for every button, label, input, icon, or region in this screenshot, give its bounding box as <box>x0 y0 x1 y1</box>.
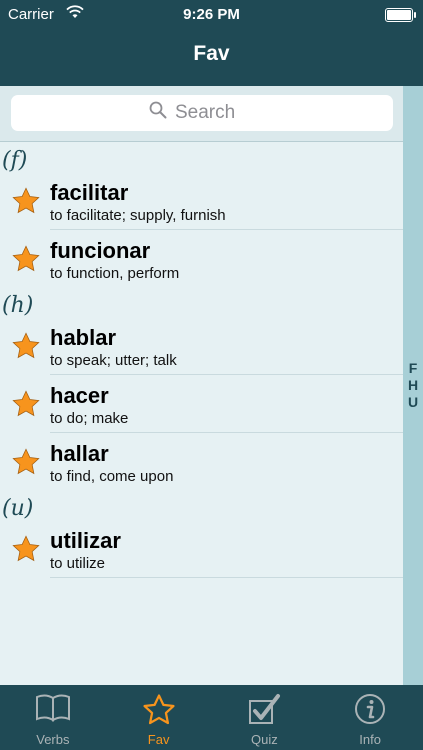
page-title: Fav <box>193 42 230 65</box>
list-item[interactable]: facilitar to facilitate; supply, furnish <box>0 172 403 230</box>
verb-word: hablar <box>50 325 117 350</box>
tab-label: Verbs <box>36 732 70 747</box>
checkbox-icon <box>249 694 281 724</box>
tab-label: Quiz <box>251 732 278 747</box>
verb-definition: to find, come upon <box>50 468 174 485</box>
verb-word: facilitar <box>50 180 129 205</box>
tab-label: Fav <box>147 732 170 747</box>
index-letter-f[interactable]: F <box>403 360 423 377</box>
section-index[interactable]: F H U <box>403 86 423 685</box>
verb-word: funcionar <box>50 238 151 263</box>
verb-definition: to function, perform <box>50 265 180 282</box>
tab-bar: Verbs Fav Quiz Info <box>0 685 423 750</box>
tab-label: Info <box>359 732 381 747</box>
verb-word: hallar <box>50 441 109 466</box>
search-icon <box>149 101 167 125</box>
tab-fav[interactable]: Fav <box>106 685 212 750</box>
list-item[interactable]: hablar to speak; utter; talk <box>0 317 403 375</box>
list-item[interactable]: hallar to find, come upon <box>0 433 403 491</box>
search-bar <box>0 86 403 142</box>
list-item[interactable]: hacer to do; make <box>0 375 403 433</box>
verb-word: utilizar <box>50 528 121 553</box>
list-item[interactable]: funcionar to function, perform <box>0 230 403 288</box>
navigation-bar: Carrier 9:26 PM Fav <box>0 0 423 86</box>
verb-word: hacer <box>50 383 109 408</box>
verb-definition: to do; make <box>50 410 129 427</box>
tab-quiz[interactable]: Quiz <box>212 685 318 750</box>
tab-verbs[interactable]: Verbs <box>0 685 106 750</box>
star-icon[interactable] <box>11 534 41 569</box>
tab-info[interactable]: Info <box>317 685 423 750</box>
status-bar: Carrier 9:26 PM <box>0 0 423 30</box>
star-icon[interactable] <box>11 389 41 424</box>
battery-icon <box>385 8 416 22</box>
book-icon <box>35 694 70 722</box>
index-letter-u[interactable]: U <box>403 394 423 411</box>
search-input[interactable] <box>175 102 255 124</box>
index-letter-h[interactable]: H <box>403 377 423 394</box>
star-icon[interactable] <box>11 331 41 366</box>
star-icon[interactable] <box>11 447 41 482</box>
verb-definition: to speak; utter; talk <box>50 352 177 369</box>
star-icon[interactable] <box>11 244 41 279</box>
star-icon <box>143 694 175 725</box>
search-field[interactable] <box>11 95 393 131</box>
info-icon <box>355 694 386 724</box>
star-icon[interactable] <box>11 186 41 221</box>
status-time: 9:26 PM <box>183 6 240 23</box>
verb-definition: to utilize <box>50 555 106 572</box>
list-item[interactable]: utilizar to utilize <box>0 520 403 578</box>
verb-definition: to facilitate; supply, furnish <box>50 207 226 224</box>
favorites-list: (f) facilitar to facilitate; supply, fur… <box>0 86 403 685</box>
